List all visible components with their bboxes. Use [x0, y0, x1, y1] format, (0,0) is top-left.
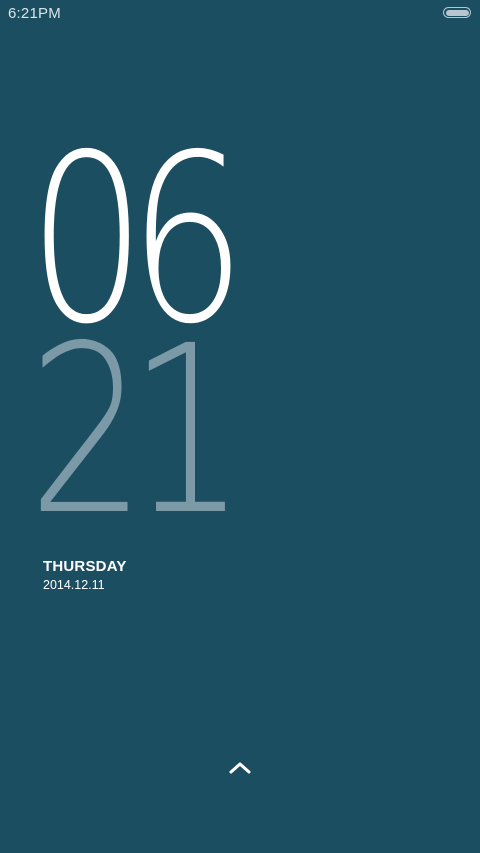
weekday-label: THURSDAY	[43, 558, 127, 575]
date-label: 2014.12.11	[43, 578, 105, 592]
chevron-up-icon[interactable]	[228, 760, 252, 776]
battery-icon	[443, 7, 471, 18]
battery-level	[445, 9, 469, 16]
status-bar: 6:21PM	[0, 0, 480, 28]
chevron-up-icon-svg	[229, 762, 251, 774]
clock-minutes: 21	[28, 296, 247, 566]
status-time: 6:21PM	[8, 5, 61, 22]
